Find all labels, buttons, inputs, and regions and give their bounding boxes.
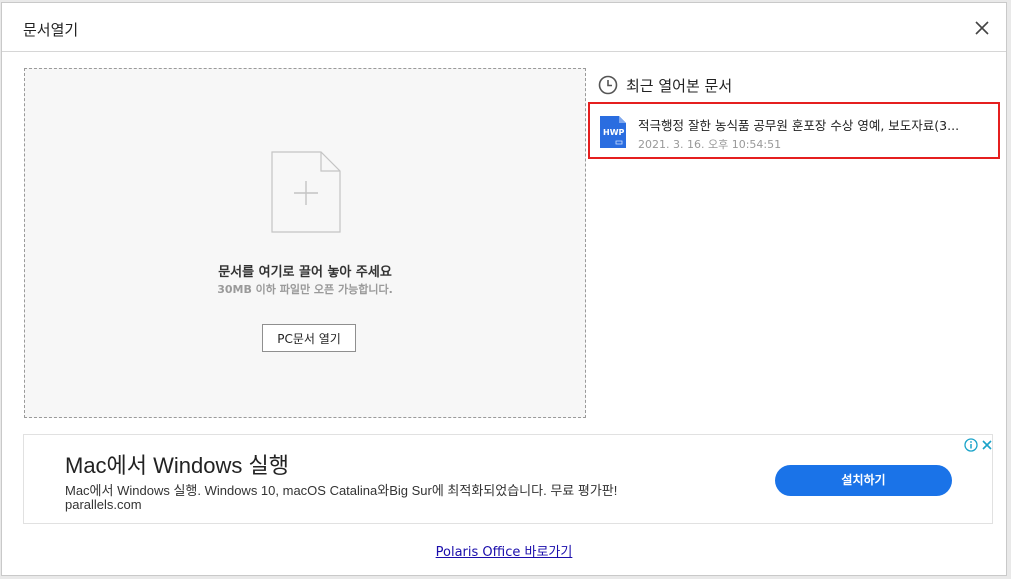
clock-icon <box>598 75 618 95</box>
advertisement-banner[interactable]: Mac에서 Windows 실행 Mac에서 Windows 실행. Windo… <box>23 434 993 524</box>
ad-url[interactable]: parallels.com <box>65 497 142 512</box>
dialog-title: 문서열기 <box>23 21 79 39</box>
close-icon[interactable] <box>972 18 992 38</box>
open-document-dialog: 문서열기 문서를 여기로 끌어 놓아 주세요 30MB 이하 파일만 오픈 가능… <box>1 2 1007 576</box>
ad-info-icon[interactable] <box>964 437 978 456</box>
file-drop-zone[interactable]: 문서를 여기로 끌어 놓아 주세요 30MB 이하 파일만 오픈 가능합니다. … <box>24 68 586 418</box>
open-pc-document-button[interactable]: PC문서 열기 <box>262 324 356 352</box>
drop-instruction: 문서를 여기로 끌어 놓아 주세요 <box>218 265 392 280</box>
size-limit-note: 30MB 이하 파일만 오픈 가능합니다. <box>217 283 393 296</box>
recent-document-item[interactable]: HWP 적극행정 잘한 농식품 공무원 훈포장 수상 영예, 보도자료(3...… <box>588 102 1000 159</box>
recent-documents-title: 최근 열어본 문서 <box>626 76 733 95</box>
recent-documents-header: 최근 열어본 문서 <box>598 73 732 97</box>
recent-document-date: 2021. 3. 16. 오후 10:54:51 <box>638 138 782 151</box>
hwp-file-icon: HWP <box>600 116 626 152</box>
polaris-office-link-container: Polaris Office 바로가기 <box>2 541 1006 560</box>
ad-headline[interactable]: Mac에서 Windows 실행 <box>65 448 289 480</box>
ad-install-button[interactable]: 설치하기 <box>775 465 952 496</box>
ad-description: Mac에서 Windows 실행. Windows 10, macOS Cata… <box>65 483 618 498</box>
dialog-titlebar: 문서열기 <box>2 3 1006 52</box>
recent-document-name: 적극행정 잘한 농식품 공무원 훈포장 수상 영예, 보도자료(3... <box>638 118 960 133</box>
ad-close-icon[interactable] <box>980 437 994 456</box>
polaris-office-link[interactable]: Polaris Office 바로가기 <box>436 545 573 560</box>
add-document-icon <box>271 151 341 237</box>
hwp-icon-text: HWP <box>603 128 625 137</box>
